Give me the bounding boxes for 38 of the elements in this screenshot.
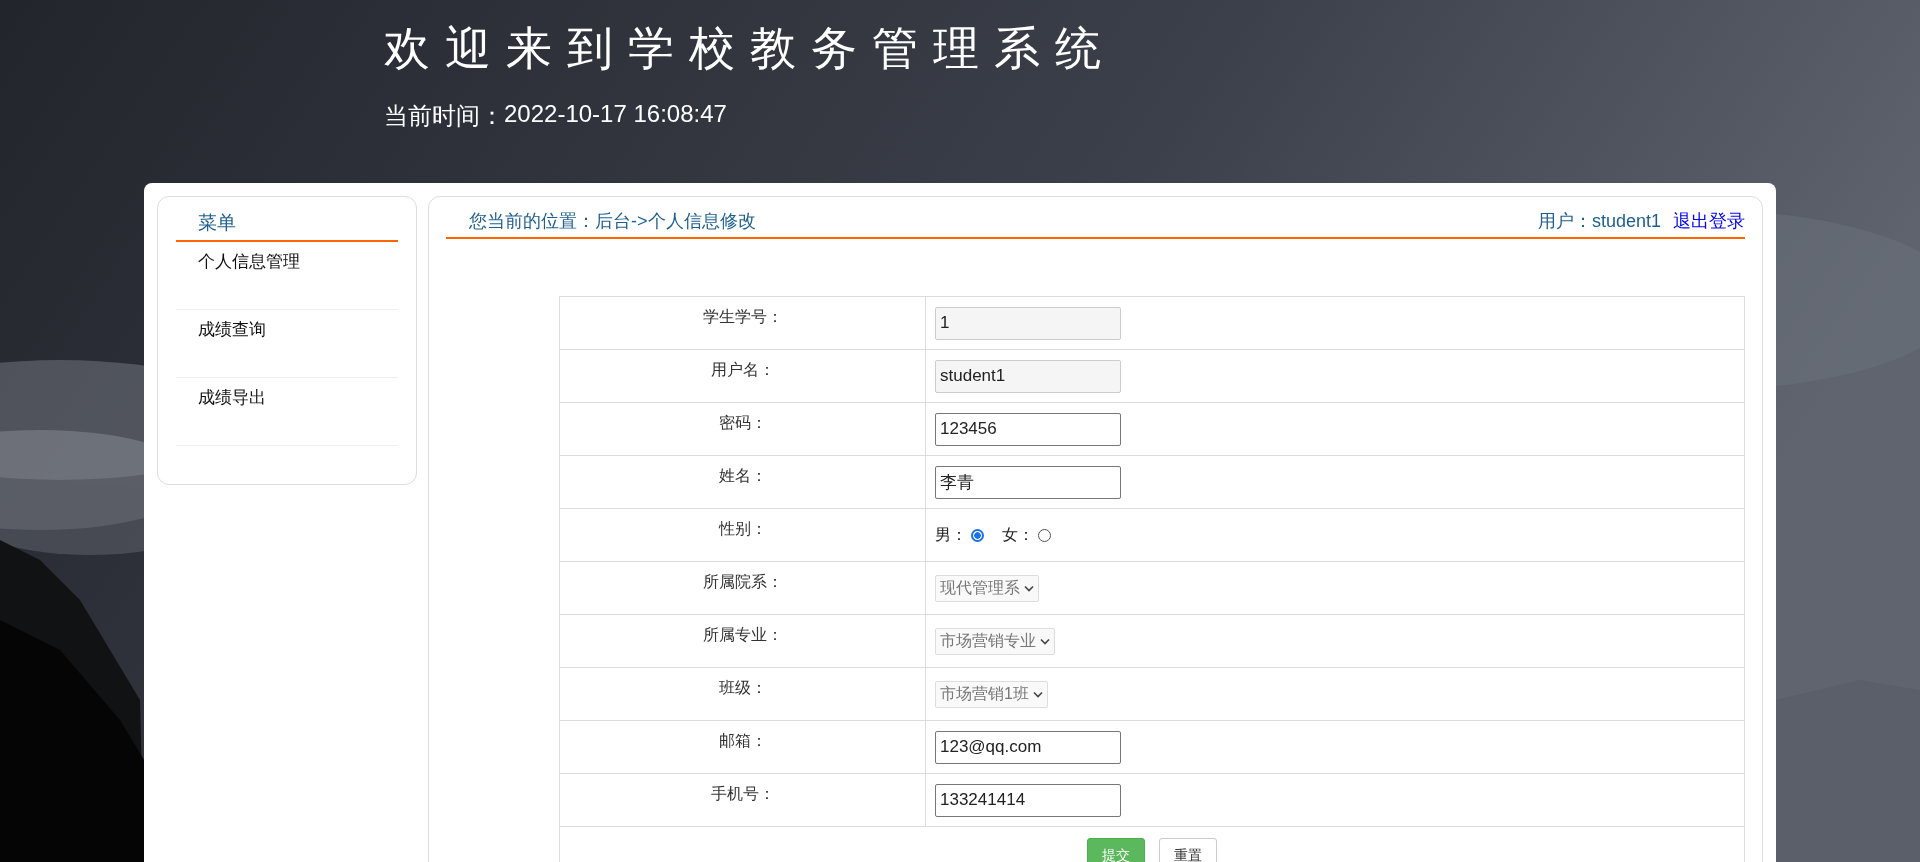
dropdown[interactable]: 市场营销1班 (935, 680, 1048, 708)
dropdown[interactable]: 市场营销专业 (935, 627, 1055, 655)
field-label: 姓名： (718, 466, 767, 486)
reset-button[interactable]: 重置 (1159, 838, 1217, 862)
page-title: 欢迎来到学校教务管理系统 (384, 21, 1116, 76)
caret-icon (1024, 584, 1034, 592)
field-label: 密码： (718, 413, 767, 433)
text-field[interactable]: 133241414 (935, 783, 1121, 817)
field-label: 性别： (718, 519, 767, 539)
field-label: 学生学号： (702, 307, 783, 327)
field-label: 所属专业： (702, 625, 783, 645)
breadcrumb-label: 您当前的位置： (469, 211, 595, 231)
dropdown[interactable]: 现代管理系 (935, 574, 1039, 602)
menu-item[interactable]: 个人信息管理 (176, 242, 398, 310)
field-label: 邮箱： (718, 731, 767, 751)
field-label: 所属院系： (702, 572, 783, 592)
menu-title: 菜单 (176, 197, 398, 242)
caret-icon (1032, 690, 1043, 698)
user-label: 用户： (1537, 211, 1592, 231)
field-label: 用户名： (710, 360, 775, 380)
field-label: 手机号： (710, 784, 775, 804)
user-name: student1 (1591, 211, 1661, 231)
radio-label: 男： (935, 524, 967, 545)
text-field[interactable]: 123456 (935, 412, 1121, 446)
breadcrumb-path: 后台->个人信息修改 (595, 211, 756, 231)
text-field[interactable]: 李青 (935, 465, 1121, 499)
radio-label: 女： (1002, 524, 1034, 545)
logout-link[interactable]: 退出登录 (1673, 209, 1745, 233)
current-time: 2022-10-17 16:08:47 (504, 100, 727, 129)
text-field[interactable]: 123@qq.com (935, 730, 1121, 764)
text-field[interactable]: 1 (935, 306, 1121, 340)
caret-icon (1040, 637, 1050, 645)
menu-item[interactable]: 成绩查询 (176, 310, 398, 378)
radio-button[interactable] (971, 528, 984, 542)
menu-item[interactable]: 成绩导出 (176, 378, 398, 446)
field-label: 班级： (718, 678, 767, 698)
text-field[interactable]: student1 (935, 359, 1121, 393)
time-label: 当前时间： (384, 101, 504, 131)
